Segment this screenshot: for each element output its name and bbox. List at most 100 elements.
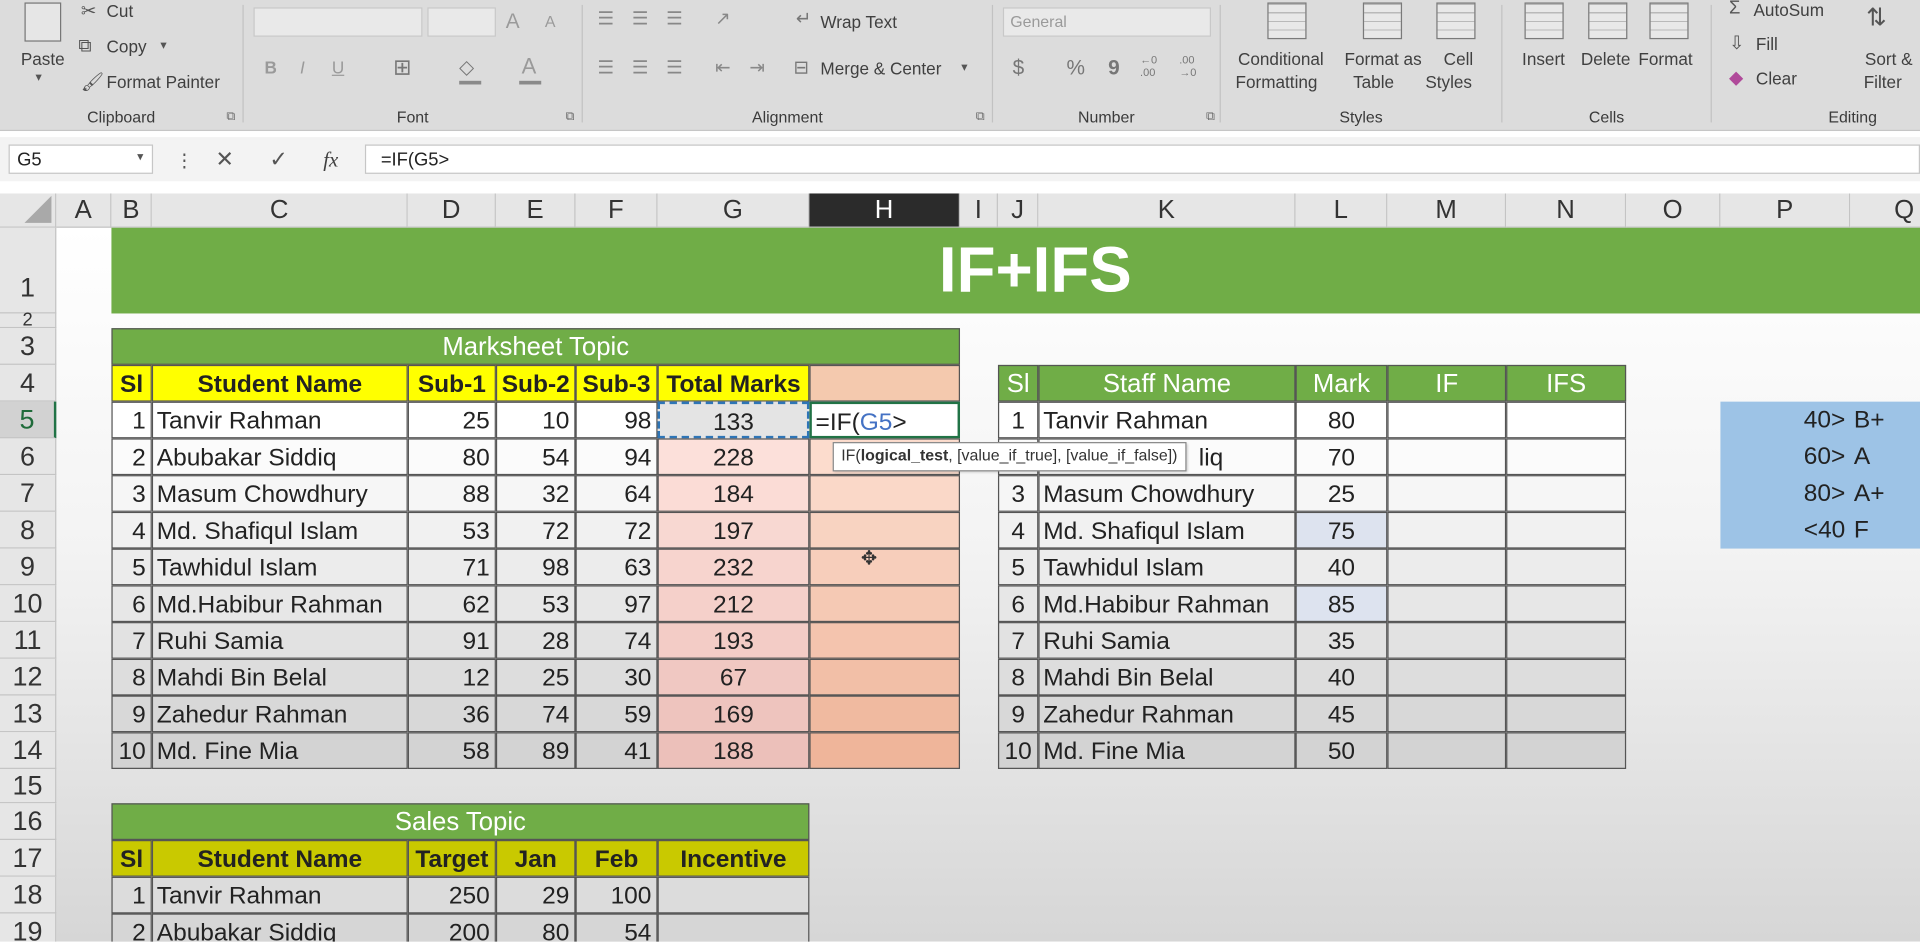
row-header-12[interactable]: 12: [0, 658, 57, 696]
sort-filter-button-line2[interactable]: Filter: [1864, 72, 1902, 92]
cell-styles-button-line2[interactable]: Styles: [1425, 72, 1472, 92]
wrap-text-button[interactable]: Wrap Text: [820, 12, 897, 32]
format-button[interactable]: Format: [1638, 49, 1692, 69]
marksheet-result-cell[interactable]: [809, 658, 961, 696]
paste-button[interactable]: Paste: [21, 49, 65, 69]
column-header-g[interactable]: G: [657, 193, 810, 228]
staff-if-cell[interactable]: [1387, 511, 1507, 549]
row-header-8[interactable]: 8: [0, 511, 57, 549]
marksheet-result-cell[interactable]: [809, 622, 961, 659]
column-header-a[interactable]: A: [56, 193, 112, 228]
column-header-l[interactable]: L: [1295, 193, 1388, 228]
column-header-j[interactable]: J: [997, 193, 1039, 228]
comma-button[interactable]: 9: [1108, 56, 1120, 80]
row-header-10[interactable]: 10: [0, 585, 57, 623]
staff-ifs-cell[interactable]: [1506, 511, 1627, 549]
cancel-icon[interactable]: ✕: [216, 147, 234, 173]
column-header-c[interactable]: C: [151, 193, 408, 228]
font-size-field[interactable]: [427, 7, 496, 37]
staff-ifs-cell[interactable]: [1506, 438, 1627, 476]
bold-button[interactable]: B: [264, 58, 276, 78]
align-left-icon[interactable]: ☰: [598, 56, 614, 79]
select-all-corner[interactable]: [0, 193, 57, 228]
staff-ifs-cell[interactable]: [1506, 658, 1627, 696]
font-color-button[interactable]: A: [522, 54, 537, 80]
column-header-m[interactable]: M: [1387, 193, 1507, 228]
align-right-icon[interactable]: ☰: [666, 56, 682, 79]
italic-button[interactable]: I: [300, 58, 305, 78]
orientation-icon[interactable]: ↗: [715, 7, 730, 30]
sort-filter-button[interactable]: Sort &: [1865, 49, 1913, 69]
marksheet-total-marks[interactable]: 212: [657, 585, 810, 623]
marksheet-result-cell[interactable]: [809, 475, 961, 512]
cell-styles-button[interactable]: Cell: [1444, 49, 1474, 69]
marksheet-result-cell[interactable]: [809, 548, 961, 586]
merge-center-button[interactable]: Merge & Center: [820, 59, 941, 79]
format-as-table-button-line2[interactable]: Table: [1353, 72, 1394, 92]
row-header-13[interactable]: 13: [0, 695, 57, 733]
clipboard-launcher-icon[interactable]: ⧉: [226, 110, 235, 123]
column-header-n[interactable]: N: [1506, 193, 1627, 228]
staff-ifs-cell[interactable]: [1506, 548, 1627, 586]
conditional-formatting-button-line2[interactable]: Formatting: [1236, 72, 1318, 92]
increase-indent-icon[interactable]: ⇥: [749, 56, 764, 79]
delete-button[interactable]: Delete: [1581, 49, 1631, 69]
copy-button[interactable]: Copy: [107, 37, 147, 57]
shrink-font-button[interactable]: A: [545, 12, 556, 30]
marksheet-total-marks[interactable]: 193: [657, 622, 810, 659]
column-header-f[interactable]: F: [575, 193, 658, 228]
marksheet-total-marks[interactable]: 184: [657, 475, 810, 512]
copy-dropdown-icon[interactable]: ▾: [160, 39, 166, 52]
increase-decimal-button[interactable]: ←0 .00: [1140, 54, 1164, 78]
column-header-b[interactable]: B: [111, 193, 152, 228]
marksheet-total-marks[interactable]: 169: [657, 695, 810, 733]
format-painter-button[interactable]: Format Painter: [107, 72, 220, 92]
staff-ifs-cell[interactable]: [1506, 475, 1627, 512]
row-header-4[interactable]: 4: [0, 364, 57, 402]
column-header-q[interactable]: Q: [1850, 193, 1920, 228]
middle-align-icon[interactable]: ☰: [632, 7, 648, 30]
currency-button[interactable]: $: [1013, 56, 1025, 80]
column-header-o[interactable]: O: [1626, 193, 1721, 228]
more-options-icon[interactable]: ⋮: [175, 149, 193, 172]
marksheet-total-marks[interactable]: 133: [657, 401, 810, 439]
staff-if-cell[interactable]: [1387, 475, 1507, 512]
number-launcher-icon[interactable]: ⧉: [1206, 110, 1215, 123]
row-header-19[interactable]: 19: [0, 913, 57, 942]
row-header-2[interactable]: 2: [0, 311, 57, 329]
marksheet-result-cell[interactable]: [809, 732, 961, 769]
enter-icon[interactable]: ✓: [269, 147, 287, 173]
active-formula-cell[interactable]: =IF(G5>: [809, 401, 961, 439]
staff-ifs-cell[interactable]: [1506, 401, 1627, 439]
underline-button[interactable]: U: [332, 58, 344, 78]
marksheet-total-marks[interactable]: 197: [657, 511, 810, 549]
marksheet-result-cell[interactable]: [809, 695, 961, 733]
staff-ifs-cell[interactable]: [1506, 585, 1627, 623]
grow-font-button[interactable]: A: [506, 10, 520, 34]
top-align-icon[interactable]: ☰: [598, 7, 614, 30]
row-header-9[interactable]: 9: [0, 548, 57, 586]
marksheet-result-cell[interactable]: [809, 511, 961, 549]
marksheet-total-marks[interactable]: 67: [657, 658, 810, 696]
row-header-7[interactable]: 7: [0, 475, 57, 512]
bottom-align-icon[interactable]: ☰: [666, 7, 682, 30]
staff-if-cell[interactable]: [1387, 585, 1507, 623]
decrease-indent-icon[interactable]: ⇤: [715, 56, 730, 79]
column-header-i[interactable]: I: [960, 193, 998, 228]
marksheet-total-marks[interactable]: 188: [657, 732, 810, 769]
staff-if-cell[interactable]: [1387, 732, 1507, 769]
staff-ifs-cell[interactable]: [1506, 732, 1627, 769]
staff-ifs-cell[interactable]: [1506, 695, 1627, 733]
row-header-3[interactable]: 3: [0, 328, 57, 365]
autosum-button[interactable]: AutoSum: [1753, 0, 1824, 20]
formula-input[interactable]: =IF(G5>: [364, 144, 1920, 174]
column-header-h[interactable]: H: [809, 193, 961, 228]
borders-icon[interactable]: ⊞: [393, 55, 411, 81]
row-header-6[interactable]: 6: [0, 438, 57, 476]
staff-if-cell[interactable]: [1387, 438, 1507, 476]
percent-button[interactable]: %: [1067, 56, 1086, 80]
marksheet-result-cell[interactable]: [809, 585, 961, 623]
marksheet-total-marks[interactable]: 228: [657, 438, 810, 476]
cut-button[interactable]: Cut: [107, 1, 134, 21]
fill-color-icon[interactable]: ◇: [459, 55, 474, 79]
